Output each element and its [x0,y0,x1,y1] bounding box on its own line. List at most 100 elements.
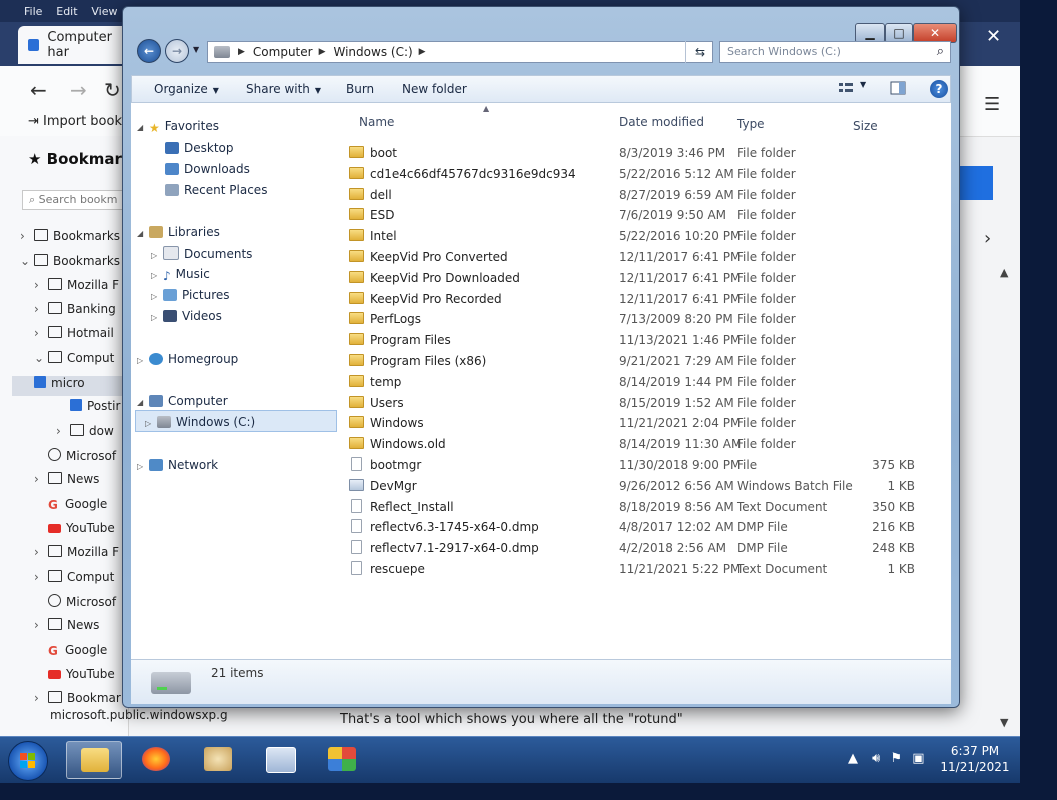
recent-pages-dropdown-icon[interactable]: ▼ [193,45,199,54]
minimize-button[interactable]: ▁ [855,23,885,43]
file-row[interactable]: rescuepe 11/21/2021 5:22 PM Text Document 1… [337,559,951,580]
nav-windows-c[interactable]: ▷ Windows (C:) [145,415,255,429]
column-header-type[interactable]: Type [737,117,765,131]
file-row[interactable]: PerfLogs 7/13/2009 8:20 PM File folder [337,309,951,330]
chevron-icon[interactable]: › [56,424,70,438]
bookmark-item[interactable]: › Mozilla F [34,545,119,565]
file-row[interactable]: temp 8/14/2019 1:44 PM File folder [337,372,951,393]
bookmark-item[interactable]: G Google [34,497,107,517]
breadcrumb-windows-c[interactable]: Windows (C:) [334,45,413,59]
file-row[interactable]: dell 8/27/2019 6:59 AM File folder [337,185,951,206]
forward-button[interactable]: → [165,39,189,63]
nav-downloads[interactable]: Downloads [165,162,250,176]
bookmark-item[interactable]: › dow [56,424,114,444]
browser-close-icon[interactable]: ✕ [986,26,1001,47]
nav-desktop[interactable]: Desktop [165,141,234,155]
chevron-icon[interactable]: › [34,278,48,292]
file-row[interactable]: KeepVid Pro Downloaded 12/11/2017 6:41 PM… [337,268,951,289]
preview-pane-icon[interactable] [890,81,906,95]
volume-icon[interactable]: 🔊︎ [872,751,880,766]
browser-forward-icon[interactable]: → [70,78,87,102]
bookmark-item[interactable]: › Banking [34,302,116,322]
file-row[interactable]: bootmgr 11/30/2018 9:00 PM File 375 KB [337,455,951,476]
new-folder-button[interactable]: New folder [402,82,467,96]
action-center-flag-icon[interactable]: ⚑ [890,751,902,766]
file-row[interactable]: cd1e4c66df45767dc9316e9dc934 5/22/2016 5:… [337,164,951,185]
chevron-icon[interactable]: › [34,545,48,559]
taskbar-image-viewer-button[interactable] [252,741,308,779]
expand-arrow-icon[interactable]: ◢ [137,123,149,132]
file-row[interactable]: Reflect_Install 8/18/2019 8:56 AM Text Doc… [337,497,951,518]
file-row[interactable]: KeepVid Pro Converted 12/11/2017 6:41 PM F… [337,247,951,268]
organize-button[interactable]: Organize ▼ [154,82,219,96]
chevron-icon[interactable]: › [34,618,48,632]
breadcrumb-separator-icon[interactable]: ▶ [419,47,426,57]
nav-homegroup[interactable]: ▷ Homegroup [137,352,238,366]
close-button[interactable]: ✕ [913,23,957,43]
breadcrumb-separator-icon[interactable]: ▶ [238,47,245,57]
chevron-icon[interactable]: ⌄ [34,351,48,365]
nav-documents[interactable]: ▷ Documents [151,246,252,261]
bookmark-item[interactable]: › Bookmarks [20,229,120,249]
share-with-button[interactable]: Share with ▼ [246,82,321,96]
nav-computer[interactable]: ◢ Computer [137,394,228,408]
taskbar-firefox-button[interactable] [128,741,184,779]
taskbar-clock[interactable]: 6:37 PM 11/21/2021 [940,743,1010,775]
expand-arrow-icon[interactable]: ◢ [137,229,149,238]
file-row[interactable]: Program Files 11/13/2021 1:46 PM File fold… [337,330,951,351]
chevron-icon[interactable]: › [34,691,48,705]
browser-blue-button[interactable] [955,166,993,200]
breadcrumb-separator-icon[interactable]: ▶ [319,47,326,57]
nav-favorites[interactable]: ◢ ★ Favorites [137,119,219,135]
help-icon[interactable]: ? [930,80,948,98]
scroll-up-icon[interactable]: ▲ [1000,266,1008,279]
nav-recent-places[interactable]: Recent Places [165,183,267,197]
chevron-right-icon[interactable]: › [984,228,991,249]
menu-edit[interactable]: Edit [56,5,77,18]
file-row[interactable]: Windows.old 8/14/2019 11:30 AM File folder [337,434,951,455]
column-header-date-modified[interactable]: Date modified [619,115,704,129]
bookmark-item[interactable]: ⌄ Bookmarks [20,254,120,274]
bookmark-item[interactable]: G Google [34,643,107,663]
import-bookmarks-link[interactable]: ⇥ Import bookm [28,114,135,129]
menu-view[interactable]: View [91,5,117,18]
file-row[interactable]: Intel 5/22/2016 10:20 PM File folder [337,226,951,247]
scroll-down-icon[interactable]: ▼ [1000,716,1008,729]
search-input[interactable]: Search Windows (C:) ⌕ [719,41,951,63]
nav-videos[interactable]: ▷ Videos [151,309,222,323]
menu-file[interactable]: File [24,5,42,18]
bookmark-item[interactable]: YouTube [34,521,115,541]
browser-tab[interactable]: Computer har [18,26,133,64]
bookmark-item[interactable]: Microsof [34,594,116,614]
bookmark-item[interactable]: micro [12,376,128,396]
bookmark-item[interactable]: ⌄ Comput [34,351,114,371]
expand-arrow-icon[interactable]: ◢ [137,398,149,407]
collapsed-arrow-icon[interactable]: ▷ [151,292,163,301]
bookmark-item[interactable]: › Hotmail [34,326,114,346]
file-row[interactable]: reflectv7.1-2917-x64-0.dmp 4/2/2018 2:56 … [337,538,951,559]
chevron-icon[interactable]: › [20,229,34,243]
burn-button[interactable]: Burn [346,82,374,96]
taskbar-explorer-button[interactable] [66,741,122,779]
maximize-button[interactable]: □ [885,23,913,43]
column-header-name[interactable]: Name [359,115,394,129]
network-status-icon[interactable]: ▣ [912,751,924,766]
collapsed-arrow-icon[interactable]: ▷ [151,313,163,322]
bookmark-item[interactable]: Postir [56,399,120,419]
chevron-icon[interactable]: › [34,570,48,584]
file-row[interactable]: reflectv6.3-1745-x64-0.dmp 4/8/2017 12:02… [337,517,951,538]
file-row[interactable]: KeepVid Pro Recorded 12/11/2017 6:41 PM Fi… [337,289,951,310]
chevron-icon[interactable]: › [34,326,48,340]
nav-pictures[interactable]: ▷ Pictures [151,288,230,302]
file-row[interactable]: DevMgr 9/26/2012 6:56 AM Windows Batch Fil… [337,476,951,497]
taskbar-app-button[interactable] [314,741,370,779]
chevron-icon[interactable]: › [34,472,48,486]
chevron-icon[interactable]: › [34,302,48,316]
chevron-icon[interactable]: ⌄ [20,254,34,268]
column-header-size[interactable]: Size [853,119,878,133]
view-options-dropdown-icon[interactable]: ▼ [860,80,866,89]
back-button[interactable]: ← [137,39,161,63]
taskbar-paint-button[interactable] [190,741,246,779]
refresh-button[interactable]: ⇆ [685,41,714,63]
file-row[interactable]: Program Files (x86) 9/21/2021 7:29 AM File… [337,351,951,372]
